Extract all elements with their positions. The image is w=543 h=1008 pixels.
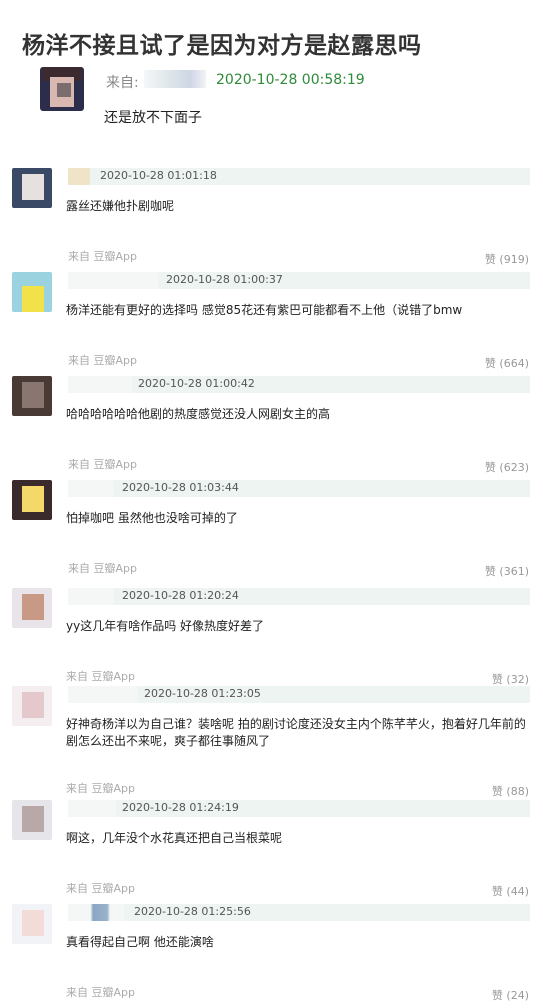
comment-item: 2020-10-28 01:20:24 yy这几年有啥作品吗 好像热度好差了 来… xyxy=(0,588,543,692)
like-button[interactable]: 赞 (623) xyxy=(485,459,529,475)
avatar-mosaic xyxy=(22,806,44,832)
comment-item: 2020-10-28 01:00:42 哈哈哈哈哈哈他剧的热度感觉还没人网剧女主… xyxy=(0,376,543,480)
comment-text: 哈哈哈哈哈哈他剧的热度感觉还没人网剧女主的高 xyxy=(66,407,331,421)
op-username-blurred[interactable] xyxy=(144,70,206,88)
op-from-label: 来自: xyxy=(106,75,139,91)
op-timestamp: 2020-10-28 00:58:19 xyxy=(216,72,365,88)
avatar-mosaic xyxy=(57,83,71,97)
comment-avatar[interactable] xyxy=(12,904,52,944)
like-button[interactable]: 赞 (24) xyxy=(492,987,529,1003)
comment-item: 2020-10-28 01:03:44 怕掉咖吧 虽然他也没啥可掉的了 来自 豆… xyxy=(0,480,543,584)
like-button[interactable]: 赞 (919) xyxy=(485,251,529,267)
comment-username-blurred[interactable] xyxy=(68,686,138,703)
comment-item: 2020-10-28 01:01:18 露丝还嫌他扑剧咖呢 来自 豆瓣App 赞… xyxy=(0,168,543,272)
comment-timestamp: 2020-10-28 01:00:37 xyxy=(166,273,283,286)
comment-username-blurred[interactable] xyxy=(68,376,132,393)
comment-source: 来自 豆瓣App xyxy=(68,354,137,367)
comment-timestamp: 2020-10-28 01:25:56 xyxy=(134,905,251,918)
comment-avatar[interactable] xyxy=(12,272,52,312)
comment-username-blurred[interactable] xyxy=(68,168,90,185)
avatar-mosaic xyxy=(22,286,44,312)
comment-item: 2020-10-28 01:00:37 杨洋还能有更好的选择吗 感觉85花还有紫… xyxy=(0,272,543,376)
comment-text: 露丝还嫌他扑剧咖呢 xyxy=(66,199,175,213)
avatar-mosaic xyxy=(22,594,44,620)
comment-text: 啊这，几年没个水花真还把自己当根菜呢 xyxy=(66,831,283,845)
comment-item: 2020-10-28 01:23:05 好神奇杨洋以为自己谁？装啥呢 拍的剧讨论… xyxy=(0,686,543,798)
comment-username-blurred[interactable] xyxy=(68,904,124,921)
comment-text: 真看得起自己啊 他还能演啥 xyxy=(66,935,214,949)
comment-text: yy这几年有啥作品吗 好像热度好差了 xyxy=(66,619,265,633)
comment-source: 来自 豆瓣App xyxy=(68,250,137,263)
comment-item: 2020-10-28 01:25:56 真看得起自己啊 他还能演啥 来自 豆瓣A… xyxy=(0,904,543,1008)
comment-avatar[interactable] xyxy=(12,686,52,726)
comment-username-blurred[interactable] xyxy=(68,588,114,605)
comment-source: 来自 豆瓣App xyxy=(66,670,135,683)
comment-source: 来自 豆瓣App xyxy=(66,882,135,895)
post-title: 杨洋不接且试了是因为对方是赵露思吗 xyxy=(22,33,422,59)
comment-timestamp: 2020-10-28 01:01:18 xyxy=(100,169,217,182)
comment-text: 杨洋还能有更好的选择吗 感觉85花还有紫巴可能都看不上他（说错了bmw xyxy=(66,303,463,317)
avatar-mosaic xyxy=(22,382,44,408)
comment-timestamp: 2020-10-28 01:20:24 xyxy=(122,589,239,602)
comment-avatar[interactable] xyxy=(12,480,52,520)
op-text: 还是放不下面子 xyxy=(104,110,202,126)
comment-item: 2020-10-28 01:24:19 啊这，几年没个水花真还把自己当根菜呢 来… xyxy=(0,800,543,904)
like-button[interactable]: 赞 (88) xyxy=(492,783,529,799)
comment-timestamp: 2020-10-28 01:03:44 xyxy=(122,481,239,494)
avatar-mosaic xyxy=(22,174,44,200)
comment-timestamp: 2020-10-28 01:24:19 xyxy=(122,801,239,814)
like-button[interactable]: 赞 (664) xyxy=(485,355,529,371)
avatar-mosaic xyxy=(22,486,44,512)
avatar-mosaic xyxy=(22,910,44,936)
comment-username-blurred[interactable] xyxy=(68,480,114,497)
comment-text: 好神奇杨洋以为自己谁？装啥呢 拍的剧讨论度还没女主内个陈芊芊火，抱着好几年前的剧… xyxy=(66,717,526,748)
like-button[interactable]: 赞 (32) xyxy=(492,671,529,687)
comment-source: 来自 豆瓣App xyxy=(68,458,137,471)
like-button[interactable]: 赞 (361) xyxy=(485,563,529,579)
comment-username-blurred[interactable] xyxy=(68,800,116,817)
comment-timestamp: 2020-10-28 01:00:42 xyxy=(138,377,255,390)
comment-avatar[interactable] xyxy=(12,168,52,208)
op-avatar[interactable] xyxy=(40,67,84,111)
comment-username-blurred[interactable] xyxy=(68,272,158,289)
comment-source: 来自 豆瓣App xyxy=(66,782,135,795)
comment-source: 来自 豆瓣App xyxy=(68,562,137,575)
comment-avatar[interactable] xyxy=(12,800,52,840)
avatar-mosaic xyxy=(22,692,44,718)
comment-text: 怕掉咖吧 虽然他也没啥可掉的了 xyxy=(66,511,238,525)
comment-avatar[interactable] xyxy=(12,376,52,416)
comment-avatar[interactable] xyxy=(12,588,52,628)
like-button[interactable]: 赞 (44) xyxy=(492,883,529,899)
comment-source: 来自 豆瓣App xyxy=(66,986,135,999)
comment-timestamp: 2020-10-28 01:23:05 xyxy=(144,687,261,700)
